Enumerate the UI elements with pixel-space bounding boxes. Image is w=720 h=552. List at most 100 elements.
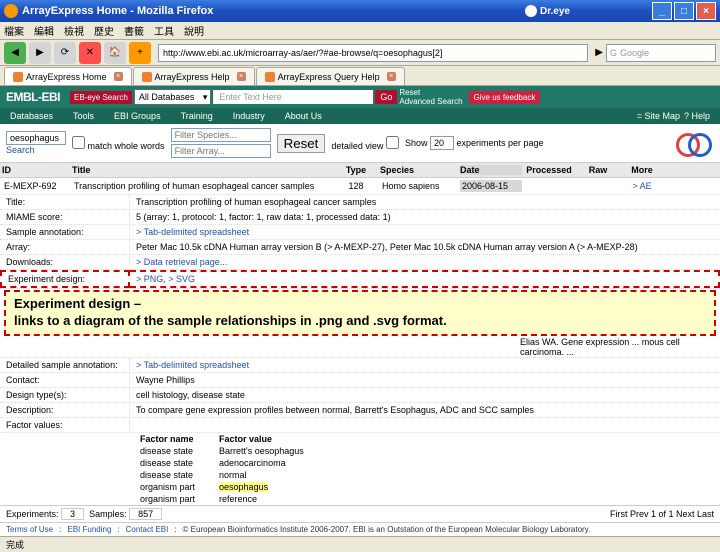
arrayexpress-logo-icon <box>676 130 712 156</box>
stop-button[interactable]: ✕ <box>79 42 101 64</box>
species-filter-input[interactable] <box>171 128 271 142</box>
detail-description-value: To compare gene expression profiles betw… <box>130 403 720 417</box>
match-whole-words-checkbox[interactable] <box>72 136 85 149</box>
cell-more[interactable]: > AE <box>620 180 664 192</box>
tab-icon <box>265 72 275 82</box>
ebi-reset-link[interactable]: ResetAdvanced Search <box>399 88 462 106</box>
filter-bar: Search match whole words Reset detailed … <box>0 124 720 163</box>
detail-expdesign-label: Experiment design: <box>0 270 130 288</box>
factor-name-header: Factor name <box>136 433 215 445</box>
citation-fragment: Elias WA. Gene expression ... mous cell … <box>520 337 720 357</box>
results-table-header: ID Title Type Species Date Processed Raw… <box>0 163 720 178</box>
url-bar[interactable]: http://www.ebi.ac.uk/microarray-as/aer/?… <box>158 44 588 62</box>
ebi-logo[interactable]: EMBL-EBI <box>6 90 60 104</box>
col-title[interactable]: Title <box>72 165 332 175</box>
cell-raw <box>576 180 620 192</box>
terms-link[interactable]: Terms of Use <box>6 525 53 534</box>
per-page-input[interactable] <box>430 136 454 150</box>
tab-bar: ArrayExpress Home× ArrayExpress Help× Ar… <box>0 66 720 86</box>
table-row[interactable]: E-MEXP-692 Transcription profiling of hu… <box>0 178 720 195</box>
menu-bookmarks[interactable]: 書籤 <box>124 23 144 38</box>
browser-search-box[interactable]: G Google <box>606 44 716 62</box>
match-label: match whole words <box>88 141 165 151</box>
ebi-nav-databases[interactable]: Databases <box>0 111 63 121</box>
tab-arrayexpress-home[interactable]: ArrayExpress Home× <box>4 67 132 85</box>
filter-reset-button[interactable]: Reset <box>277 134 326 153</box>
menu-edit[interactable]: 編輯 <box>34 23 54 38</box>
reload-button[interactable]: ⟳ <box>54 42 76 64</box>
tab-arrayexpress-query-help[interactable]: ArrayExpress Query Help× <box>256 67 405 85</box>
keyword-input[interactable] <box>6 131 66 145</box>
back-button[interactable]: ◀ <box>4 42 26 64</box>
menu-view[interactable]: 檢視 <box>64 23 84 38</box>
cell-date: 2006-08-15 <box>460 180 522 192</box>
cell-processed <box>522 180 576 192</box>
cell-id: E-MEXP-692 <box>2 180 72 192</box>
menu-history[interactable]: 歷史 <box>94 23 114 38</box>
tab-close-icon[interactable]: × <box>387 72 396 81</box>
funding-link[interactable]: EBI Funding <box>67 525 111 534</box>
col-date[interactable]: Date <box>460 165 522 175</box>
ebi-database-select[interactable]: All Databases <box>134 89 212 105</box>
detailed-view-checkbox[interactable] <box>386 136 399 149</box>
detail-expdesign-value[interactable]: > PNG, > SVG <box>130 270 720 288</box>
detail-downloads-value[interactable]: > Data retrieval page... <box>130 255 720 269</box>
tab-close-icon[interactable]: × <box>114 72 123 81</box>
detailed-view-label: detailed view <box>331 141 383 151</box>
ebi-feedback-button[interactable]: Give us feedback <box>469 91 541 104</box>
ebi-nav-groups[interactable]: EBI Groups <box>104 111 171 121</box>
nav-toolbar: ◀ ▶ ⟳ ✕ 🏠 + http://www.ebi.ac.uk/microar… <box>0 40 720 66</box>
detail-array-value: Peter Mac 10.5k cDNA Human array version… <box>130 240 720 254</box>
detail-sample-anno-value[interactable]: > Tab-delimited spreadsheet <box>130 225 720 239</box>
detail-detailed-sample-label: Detailed sample annotation: <box>0 358 130 372</box>
ebi-nav-industry[interactable]: Industry <box>223 111 275 121</box>
close-button[interactable]: × <box>696 2 716 20</box>
col-species[interactable]: Species <box>380 165 460 175</box>
menu-file[interactable]: 檔案 <box>4 23 24 38</box>
tab-icon <box>13 72 23 82</box>
cell-type: 128 <box>332 180 380 192</box>
detail-factor-value <box>130 418 720 432</box>
go-button[interactable]: ▶ <box>595 47 603 58</box>
col-raw[interactable]: Raw <box>576 165 620 175</box>
home-button[interactable]: 🏠 <box>104 42 126 64</box>
col-processed[interactable]: Processed <box>522 165 576 175</box>
tab-arrayexpress-help[interactable]: ArrayExpress Help× <box>133 67 255 85</box>
addon-button[interactable]: + <box>129 42 151 64</box>
ebi-nav-about[interactable]: About Us <box>275 111 332 121</box>
ebi-help-link[interactable]: ? Help <box>684 111 710 121</box>
array-filter-input[interactable] <box>171 144 271 158</box>
forward-button[interactable]: ▶ <box>29 42 51 64</box>
menu-bar: 檔案 編輯 檢視 歷史 書籤 工具 說明 <box>0 22 720 40</box>
col-type[interactable]: Type <box>332 165 380 175</box>
detail-detailed-sample-value[interactable]: > Tab-delimited spreadsheet <box>130 358 720 372</box>
detail-designtype-value: cell histology, disease state <box>130 388 720 402</box>
detail-contact-label: Contact: <box>0 373 130 387</box>
maximize-button[interactable]: □ <box>674 2 694 20</box>
ebi-nav: Databases Tools EBI Groups Training Indu… <box>0 108 720 124</box>
ebi-sitemap-link[interactable]: = Site Map <box>637 111 680 121</box>
menu-tools[interactable]: 工具 <box>154 23 174 38</box>
per-page-label: experiments per page <box>456 138 543 148</box>
tab-icon <box>142 72 152 82</box>
search-link[interactable]: Search <box>6 145 35 155</box>
pager-nav[interactable]: First Prev 1 of 1 Next Last <box>610 509 714 519</box>
ebi-nav-tools[interactable]: Tools <box>63 111 104 121</box>
factor-value-header: Factor value <box>215 433 324 445</box>
tab-close-icon[interactable]: × <box>237 72 246 81</box>
samples-count: 857 <box>129 508 162 520</box>
detail-contact-value: Wayne Phillips <box>130 373 720 387</box>
menu-help[interactable]: 說明 <box>184 23 204 38</box>
ebi-go-button[interactable]: Go <box>375 90 397 104</box>
window-titlebar: ArrayExpress Home - Mozilla Firefox Dr.e… <box>0 0 720 22</box>
contact-link[interactable]: Contact EBI <box>126 525 169 534</box>
col-more[interactable]: More <box>620 165 664 175</box>
dreye-widget[interactable]: Dr.eye <box>525 5 570 17</box>
ebi-search-input[interactable]: Enter Text Here <box>213 90 373 104</box>
col-id[interactable]: ID <box>2 165 72 175</box>
detail-description-label: Description: <box>0 403 130 417</box>
ebi-nav-training[interactable]: Training <box>171 111 223 121</box>
detail-title-value: Transcription profiling of human esophag… <box>130 195 720 209</box>
ebi-search-label: EB-eye Search <box>70 91 132 104</box>
minimize-button[interactable]: _ <box>652 2 672 20</box>
